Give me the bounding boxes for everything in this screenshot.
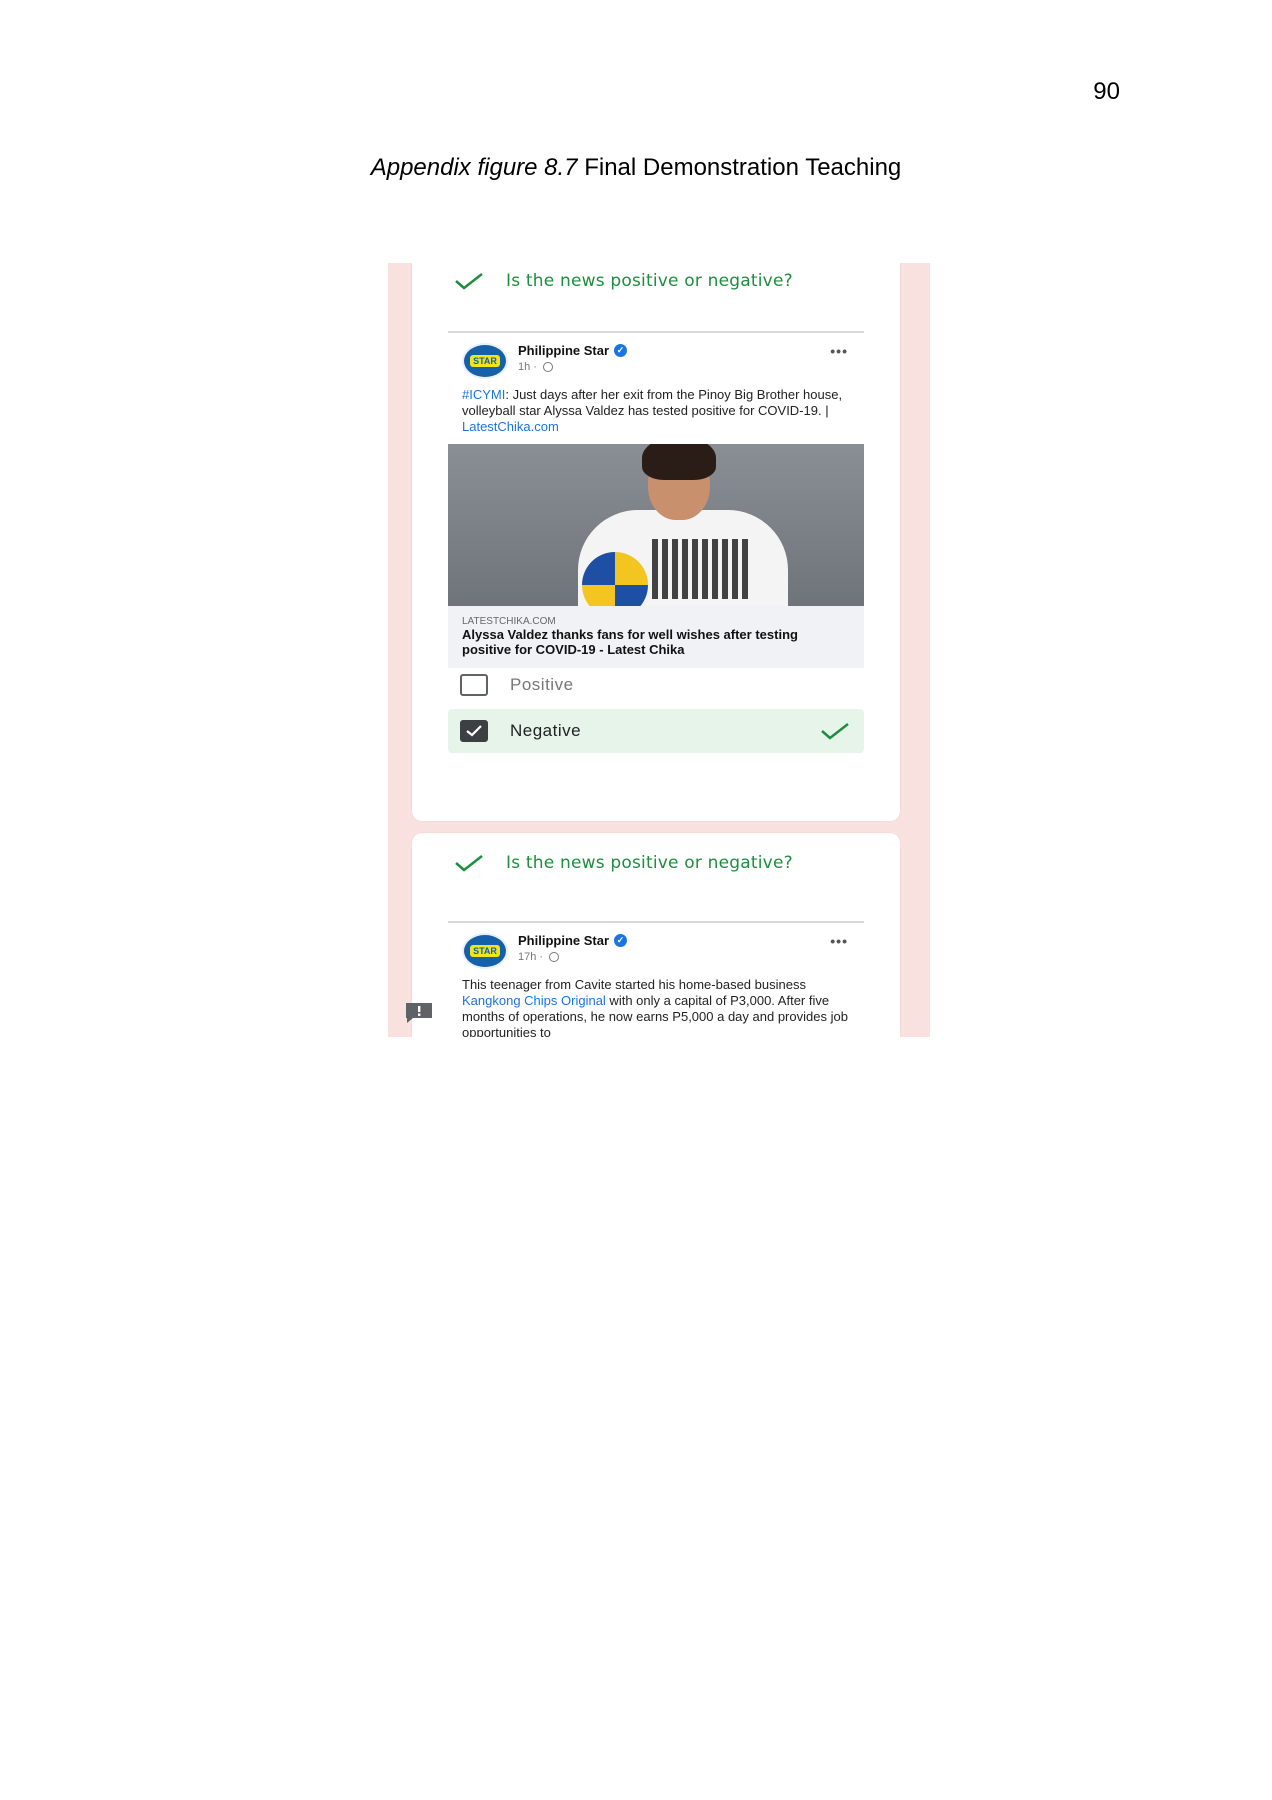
page-name[interactable]: Philippine Star ✓	[518, 933, 628, 948]
business-link[interactable]: Kangkong Chips Original	[462, 993, 606, 1008]
photo-shirt-print	[652, 539, 748, 599]
globe-icon	[542, 362, 553, 372]
option-negative[interactable]: Negative	[448, 709, 864, 753]
avatar-logo-text: STAR	[470, 945, 500, 957]
option-label: Positive	[510, 675, 574, 694]
post-text: This teenager from Cavite started his ho…	[448, 977, 864, 1037]
option-label: Negative	[510, 721, 582, 740]
checkbox-unchecked[interactable]	[460, 674, 488, 696]
question-text: Is the news positive or negative?	[506, 271, 793, 291]
post-text-body: : Just days after her exit from the Pino…	[462, 387, 843, 418]
question-card: Is the news positive or negative? STAR P…	[412, 263, 900, 821]
source-link[interactable]: LatestChika.com	[462, 419, 559, 434]
post-meta: 1h ·	[518, 361, 553, 373]
facebook-post: STAR Philippine Star ✓ 1h · ••• #ICYMI: …	[448, 331, 864, 668]
more-options-icon[interactable]: •••	[830, 933, 848, 949]
post-header: STAR Philippine Star ✓ 17h · •••	[448, 923, 864, 977]
checkbox-checked[interactable]	[460, 720, 488, 742]
correct-answer-check-icon	[821, 723, 849, 740]
page-name[interactable]: Philippine Star ✓	[518, 343, 628, 358]
page-number: 90	[1093, 78, 1120, 105]
feedback-icon[interactable]	[404, 1001, 434, 1025]
page-name-text: Philippine Star	[518, 343, 610, 358]
quiz-screenshot: Is the news positive or negative? STAR P…	[388, 263, 930, 1037]
option-positive[interactable]: Positive	[448, 663, 864, 707]
question-header: Is the news positive or negative?	[454, 271, 793, 291]
correct-check-icon	[455, 855, 483, 872]
post-text: #ICYMI: Just days after her exit from th…	[448, 387, 864, 435]
more-options-icon[interactable]: •••	[830, 343, 848, 359]
correct-check-icon	[455, 273, 483, 290]
avatar-logo-text: STAR	[470, 355, 500, 367]
page-avatar: STAR	[462, 933, 508, 969]
post-text-part1: This teenager from Cavite started his ho…	[462, 977, 806, 992]
checkmark-icon	[466, 725, 482, 737]
question-text: Is the news positive or negative?	[506, 853, 793, 873]
page-avatar: STAR	[462, 343, 508, 379]
preview-title: Alyssa Valdez thanks fans for well wishe…	[462, 627, 798, 657]
link-preview[interactable]: LATESTCHIKA.COM Alyssa Valdez thanks fan…	[448, 606, 864, 668]
post-meta: 17h ·	[518, 951, 560, 963]
hashtag-link[interactable]: #ICYMI	[462, 387, 505, 402]
verified-badge-icon: ✓	[614, 344, 628, 357]
figure-caption: Appendix figure 8.7 Final Demonstration …	[0, 154, 1272, 182]
preview-domain: LATESTCHIKA.COM	[462, 616, 556, 627]
caption-title: Final Demonstration Teaching	[584, 154, 902, 181]
photo-hair	[642, 444, 716, 480]
post-header: STAR Philippine Star ✓ 1h · •••	[448, 333, 864, 387]
page-name-text: Philippine Star	[518, 933, 610, 948]
post-time: 17h ·	[518, 951, 544, 963]
post-time: 1h ·	[518, 361, 537, 373]
facebook-post: STAR Philippine Star ✓ 17h · ••• This te…	[448, 921, 864, 1037]
caption-label: Appendix figure 8.7	[370, 154, 578, 181]
question-card: Is the news positive or negative? STAR P…	[412, 833, 900, 1037]
globe-icon	[549, 952, 560, 962]
verified-badge-icon: ✓	[614, 934, 628, 947]
post-photo[interactable]	[448, 444, 864, 606]
question-header: Is the news positive or negative?	[454, 853, 793, 873]
